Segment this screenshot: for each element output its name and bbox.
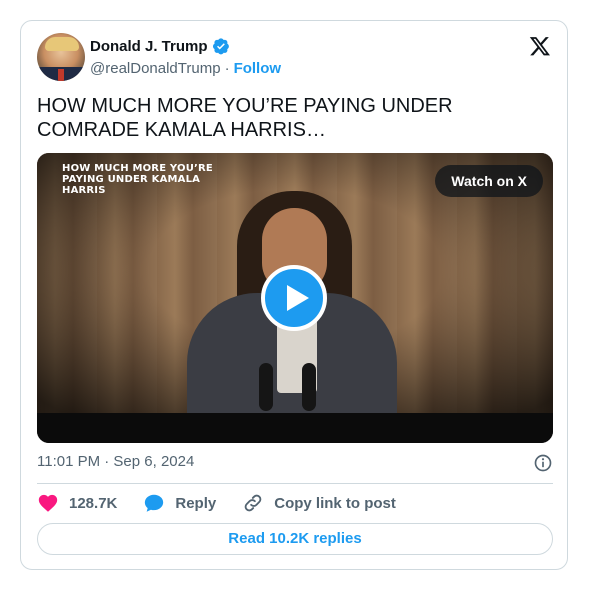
like-button[interactable]: 128.7K <box>37 491 117 515</box>
avatar[interactable] <box>37 33 85 81</box>
heart-icon <box>38 494 58 512</box>
verified-badge-icon <box>212 38 229 55</box>
timestamp[interactable]: 11:01 PM · Sep 6, 2024 <box>37 453 194 470</box>
like-count: 128.7K <box>69 494 118 512</box>
divider <box>37 483 553 484</box>
video-overlay-title: HOW MUCH MORE YOU’RE PAYING UNDER KAMALA… <box>62 163 213 196</box>
tweet-embed-card: Donald J. Trump @realDonaldTrump · Follo… <box>20 20 568 570</box>
play-button[interactable] <box>261 265 327 331</box>
copy-link-label: Copy link to post <box>274 494 396 512</box>
copy-link-button[interactable]: Copy link to post <box>242 491 396 515</box>
play-icon <box>287 285 309 311</box>
tweet-text: HOW MUCH MORE YOU’RE PAYING UNDER COMRAD… <box>37 95 453 141</box>
watch-on-x-button[interactable]: Watch on X <box>435 165 543 197</box>
reply-label: Reply <box>175 494 217 512</box>
author-handle[interactable]: @realDonaldTrump <box>90 60 221 77</box>
reply-bubble-icon <box>145 494 164 512</box>
x-logo-icon[interactable] <box>529 35 551 57</box>
separator-dot: · <box>224 60 230 77</box>
reply-button[interactable]: Reply <box>143 491 216 515</box>
author-name-row: Donald J. Trump <box>90 37 230 55</box>
read-replies-button[interactable]: Read 10.2K replies <box>37 523 553 555</box>
info-icon[interactable] <box>533 453 553 473</box>
follow-link[interactable]: Follow <box>234 60 282 77</box>
action-bar: 128.7K Reply Copy link to post <box>37 491 396 515</box>
handle-row: @realDonaldTrump · Follow <box>90 60 281 77</box>
timestamp-row: 11:01 PM · Sep 6, 2024 <box>37 453 553 473</box>
video-player[interactable]: HOW MUCH MORE YOU’RE PAYING UNDER KAMALA… <box>37 153 553 443</box>
link-icon <box>244 494 262 512</box>
author-name[interactable]: Donald J. Trump <box>90 38 208 55</box>
video-bottom-bar <box>37 413 553 443</box>
